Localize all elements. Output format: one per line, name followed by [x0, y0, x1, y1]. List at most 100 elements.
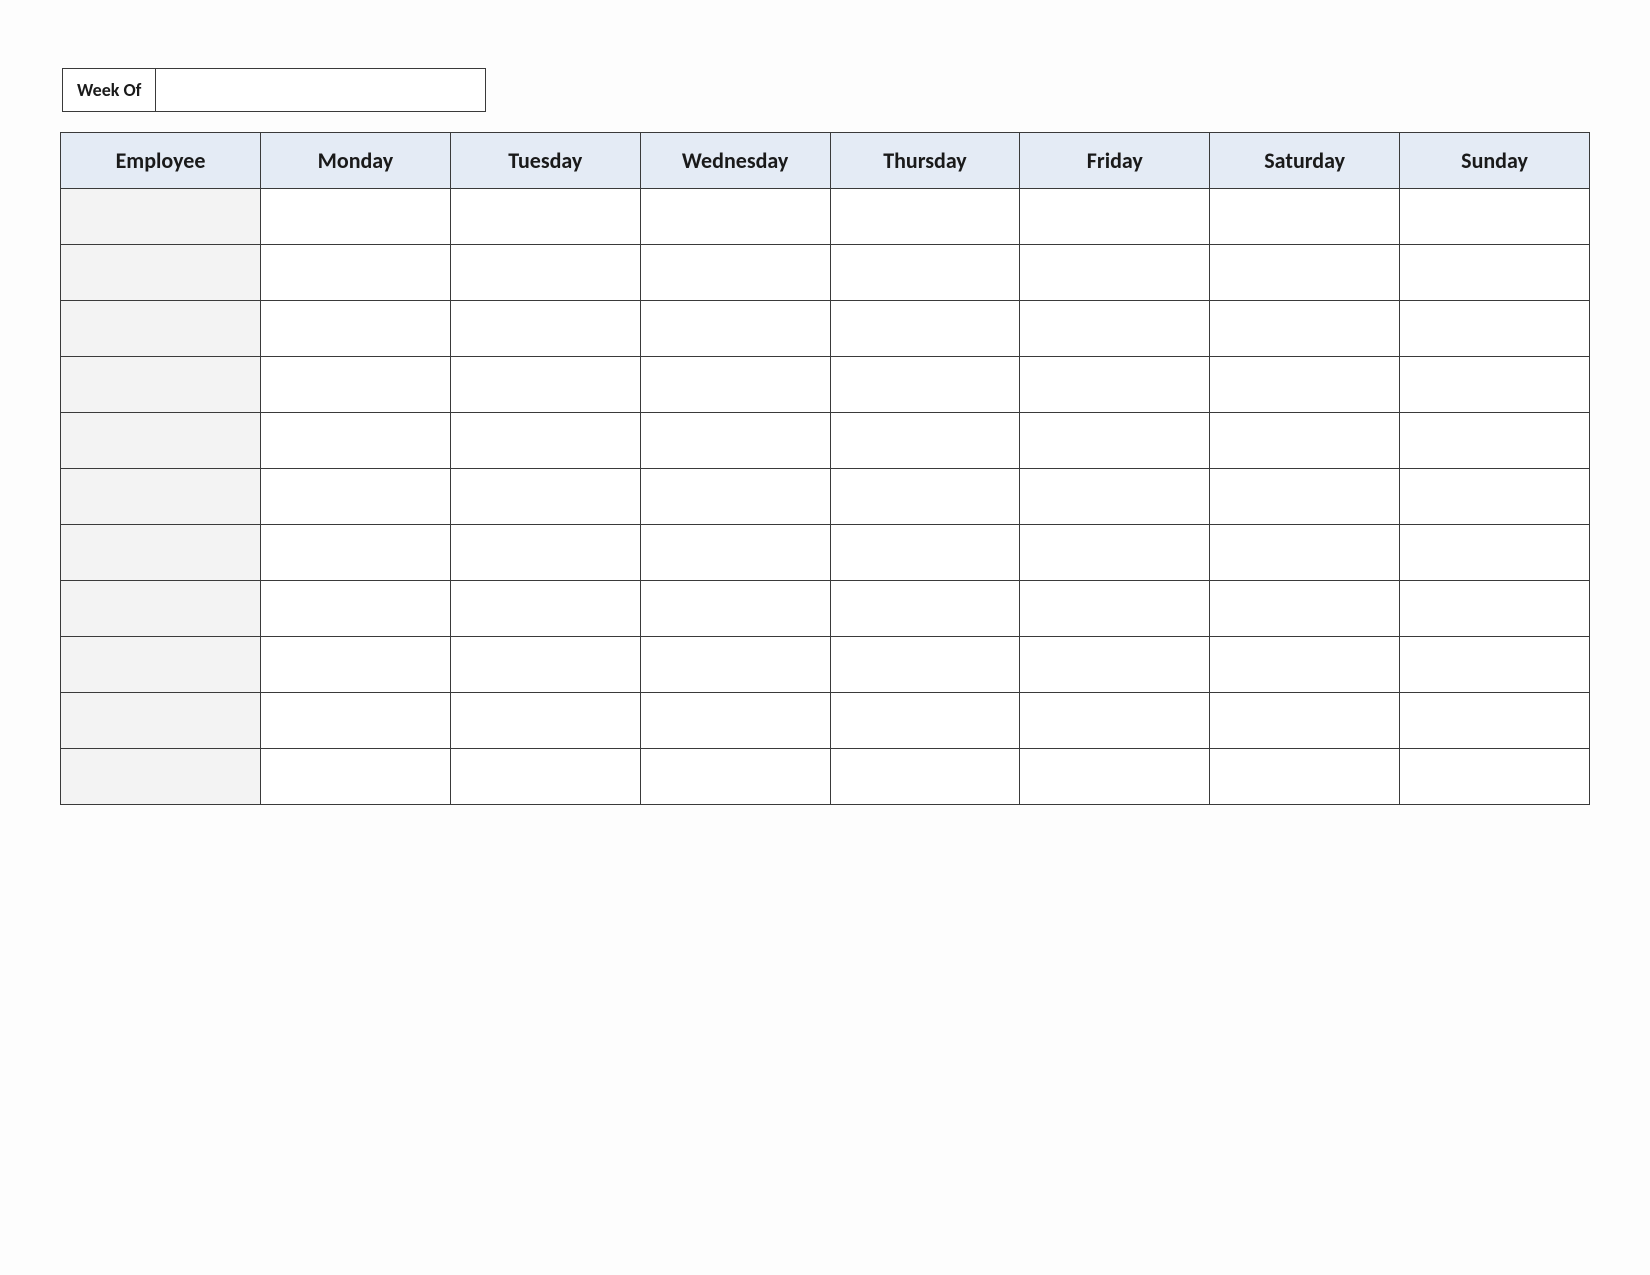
day-cell[interactable]: [1020, 469, 1210, 525]
day-cell[interactable]: [1210, 189, 1400, 245]
employee-cell[interactable]: [61, 301, 261, 357]
day-cell[interactable]: [1020, 749, 1210, 805]
day-cell[interactable]: [640, 357, 830, 413]
employee-cell[interactable]: [61, 749, 261, 805]
day-cell[interactable]: [1020, 413, 1210, 469]
day-cell[interactable]: [830, 413, 1020, 469]
day-cell[interactable]: [1210, 245, 1400, 301]
day-cell[interactable]: [640, 749, 830, 805]
day-cell[interactable]: [1210, 581, 1400, 637]
day-cell[interactable]: [1020, 189, 1210, 245]
table-row: [61, 357, 1590, 413]
employee-cell[interactable]: [61, 693, 261, 749]
day-cell[interactable]: [830, 749, 1020, 805]
day-cell[interactable]: [261, 525, 451, 581]
day-cell[interactable]: [1210, 357, 1400, 413]
day-cell[interactable]: [1020, 357, 1210, 413]
day-cell[interactable]: [1020, 301, 1210, 357]
day-cell[interactable]: [450, 637, 640, 693]
day-cell[interactable]: [1020, 693, 1210, 749]
day-cell[interactable]: [1020, 581, 1210, 637]
day-cell[interactable]: [450, 189, 640, 245]
day-cell[interactable]: [640, 413, 830, 469]
table-row: [61, 469, 1590, 525]
header-saturday: Saturday: [1210, 133, 1400, 189]
schedule-body: [61, 189, 1590, 805]
day-cell[interactable]: [261, 637, 451, 693]
employee-cell[interactable]: [61, 189, 261, 245]
day-cell[interactable]: [830, 245, 1020, 301]
day-cell[interactable]: [261, 581, 451, 637]
day-cell[interactable]: [450, 413, 640, 469]
table-row: [61, 301, 1590, 357]
day-cell[interactable]: [450, 469, 640, 525]
day-cell[interactable]: [1020, 637, 1210, 693]
day-cell[interactable]: [640, 469, 830, 525]
day-cell[interactable]: [450, 301, 640, 357]
day-cell[interactable]: [1210, 469, 1400, 525]
table-row: [61, 245, 1590, 301]
day-cell[interactable]: [1210, 637, 1400, 693]
day-cell[interactable]: [1400, 469, 1590, 525]
day-cell[interactable]: [1210, 301, 1400, 357]
day-cell[interactable]: [261, 189, 451, 245]
day-cell[interactable]: [1210, 693, 1400, 749]
day-cell[interactable]: [261, 413, 451, 469]
day-cell[interactable]: [1400, 245, 1590, 301]
header-tuesday: Tuesday: [450, 133, 640, 189]
day-cell[interactable]: [640, 693, 830, 749]
day-cell[interactable]: [450, 245, 640, 301]
day-cell[interactable]: [1400, 749, 1590, 805]
day-cell[interactable]: [1210, 749, 1400, 805]
day-cell[interactable]: [450, 581, 640, 637]
employee-cell[interactable]: [61, 357, 261, 413]
day-cell[interactable]: [830, 525, 1020, 581]
day-cell[interactable]: [1400, 637, 1590, 693]
day-cell[interactable]: [1210, 525, 1400, 581]
header-sunday: Sunday: [1400, 133, 1590, 189]
day-cell[interactable]: [640, 245, 830, 301]
day-cell[interactable]: [830, 357, 1020, 413]
day-cell[interactable]: [640, 581, 830, 637]
day-cell[interactable]: [830, 189, 1020, 245]
table-row: [61, 749, 1590, 805]
day-cell[interactable]: [1210, 413, 1400, 469]
day-cell[interactable]: [261, 357, 451, 413]
day-cell[interactable]: [830, 637, 1020, 693]
day-cell[interactable]: [261, 693, 451, 749]
employee-cell[interactable]: [61, 245, 261, 301]
employee-cell[interactable]: [61, 637, 261, 693]
header-employee: Employee: [61, 133, 261, 189]
day-cell[interactable]: [1020, 525, 1210, 581]
day-cell[interactable]: [640, 189, 830, 245]
day-cell[interactable]: [450, 749, 640, 805]
employee-cell[interactable]: [61, 469, 261, 525]
day-cell[interactable]: [1400, 413, 1590, 469]
day-cell[interactable]: [261, 301, 451, 357]
day-cell[interactable]: [261, 469, 451, 525]
day-cell[interactable]: [1400, 357, 1590, 413]
day-cell[interactable]: [450, 693, 640, 749]
day-cell[interactable]: [450, 525, 640, 581]
table-row: [61, 413, 1590, 469]
day-cell[interactable]: [640, 637, 830, 693]
day-cell[interactable]: [830, 693, 1020, 749]
day-cell[interactable]: [830, 469, 1020, 525]
day-cell[interactable]: [261, 749, 451, 805]
day-cell[interactable]: [261, 245, 451, 301]
day-cell[interactable]: [640, 525, 830, 581]
day-cell[interactable]: [1400, 301, 1590, 357]
day-cell[interactable]: [1400, 693, 1590, 749]
employee-cell[interactable]: [61, 525, 261, 581]
day-cell[interactable]: [450, 357, 640, 413]
day-cell[interactable]: [1400, 525, 1590, 581]
employee-cell[interactable]: [61, 581, 261, 637]
day-cell[interactable]: [1400, 581, 1590, 637]
day-cell[interactable]: [1400, 189, 1590, 245]
day-cell[interactable]: [830, 301, 1020, 357]
week-of-input[interactable]: [156, 68, 486, 112]
day-cell[interactable]: [830, 581, 1020, 637]
day-cell[interactable]: [1020, 245, 1210, 301]
employee-cell[interactable]: [61, 413, 261, 469]
day-cell[interactable]: [640, 301, 830, 357]
